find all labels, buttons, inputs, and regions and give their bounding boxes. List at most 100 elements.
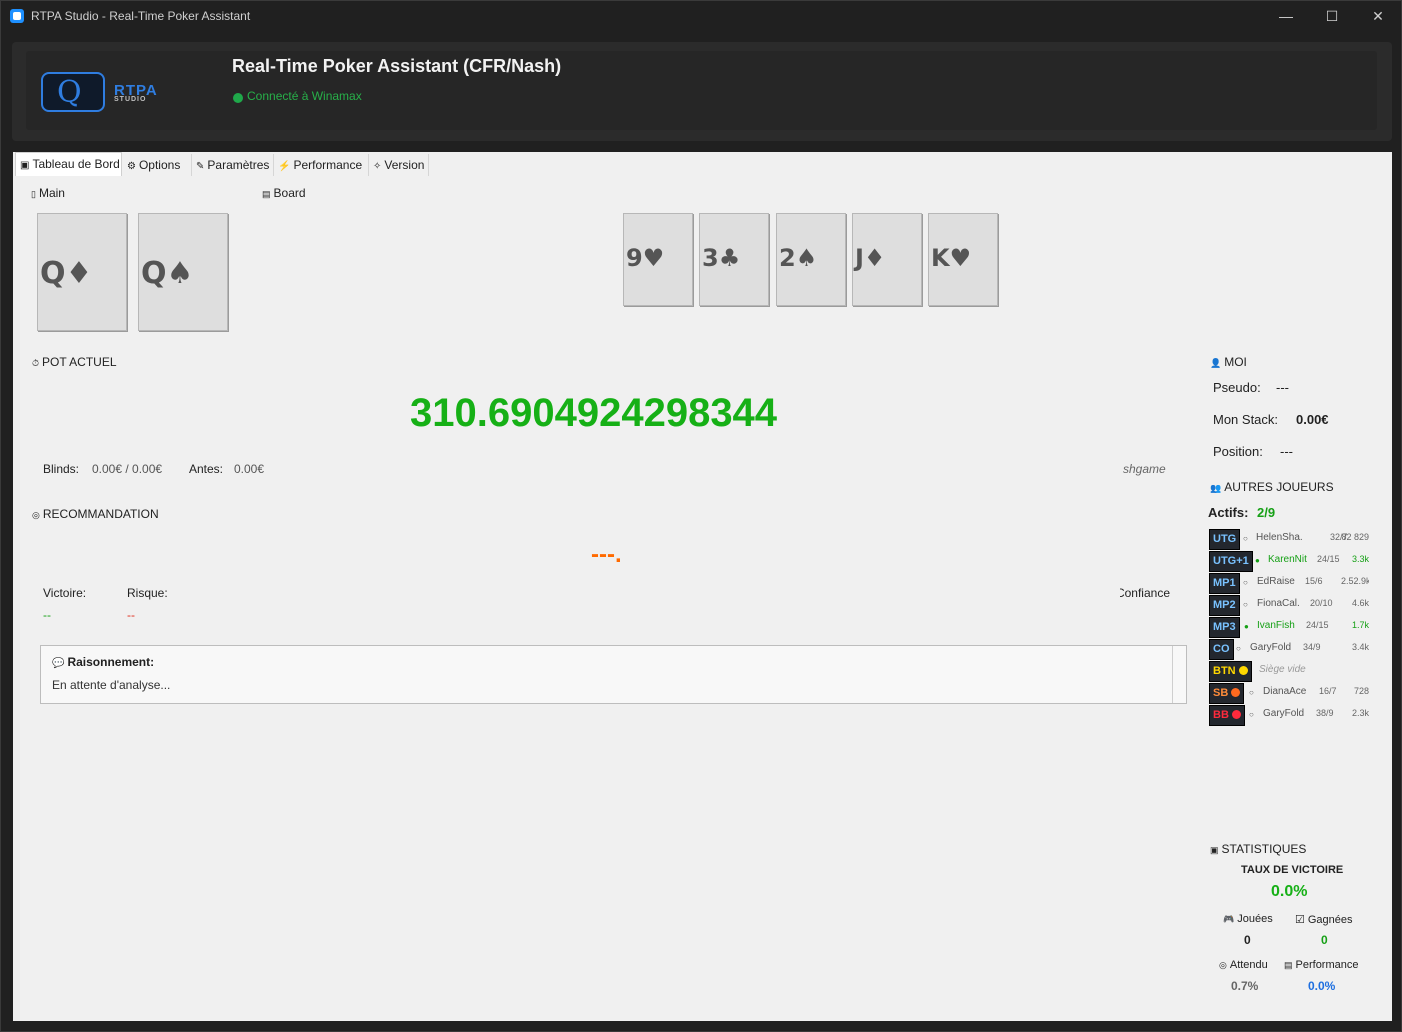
chart-icon: ▣ — [1210, 845, 1219, 855]
stats-label: ▣ STATISTIQUES — [1210, 842, 1307, 856]
played-label: 🎮 Jouées — [1223, 913, 1273, 925]
board-card: 2♠ — [776, 213, 846, 306]
stack-value: 0.00€ — [1296, 412, 1329, 427]
player-row[interactable]: CO ○ GaryFold 34/9 3.4k — [1209, 639, 1379, 660]
position-value: --- — [1280, 444, 1293, 459]
player-row[interactable]: MP2 ○ FionaCal. 20/10 4.6k — [1209, 595, 1379, 616]
player-row[interactable]: BB ○ GaryFold 38/9 2.3k — [1209, 705, 1379, 726]
small-blind-icon — [1231, 688, 1241, 697]
win-rate-label: TAUX DE VICTOIRE — [1241, 864, 1344, 876]
tab-label: Tableau de Bord — [32, 157, 120, 171]
pin-icon: ✧ — [373, 161, 382, 172]
played-value: 0 — [1244, 933, 1251, 947]
position-badge: UTG+1 — [1209, 551, 1253, 572]
card-icon: ▯ — [31, 189, 36, 199]
confidence-label: Confiance: — [1120, 586, 1170, 600]
connection-status: Connecté à Winamax — [247, 89, 362, 103]
player-name: DianaAce — [1263, 686, 1307, 697]
board-label: ▤ Board — [262, 186, 306, 200]
player-stack: 2.52.9k — [1341, 576, 1369, 586]
player-row[interactable]: MP3 ● IvanFish 24/15 1.7k — [1209, 617, 1379, 638]
dashboard-icon: ▣ — [20, 160, 30, 171]
player-row[interactable]: BTN Siège vide — [1209, 661, 1379, 682]
player-stack: 2.3k — [1351, 708, 1369, 718]
player-hud: 20/10 — [1310, 598, 1333, 608]
player-row[interactable]: UTG ○ HelenSha. 32/7 82 829 — [1209, 529, 1379, 550]
position-badge: UTG — [1209, 529, 1241, 550]
stack-label: Mon Stack: — [1213, 412, 1279, 427]
status-icon: ● — [1244, 622, 1249, 631]
reasoning-title: 💬 Raisonnement: — [52, 655, 155, 669]
gamepad-icon: 🎮 — [1223, 914, 1235, 924]
tab-performance[interactable]: ⚡ Performance — [274, 154, 369, 176]
risk-value: -- — [127, 608, 135, 622]
logo-subtext: STUDIO — [114, 96, 147, 103]
user-icon: 👤 — [1210, 358, 1222, 368]
blinds-value: 0.00€ / 0.00€ — [92, 462, 163, 476]
hand-label: ▯ Main — [31, 186, 65, 200]
actifs-label: Actifs: — [1208, 505, 1249, 520]
status-icon: ○ — [1243, 600, 1248, 609]
status-icon: ○ — [1249, 688, 1254, 697]
gear-icon: ⚙ — [127, 161, 136, 172]
app-window: RTPA Studio - Real-Time Poker Assistant … — [0, 0, 1402, 1032]
reasoning-box[interactable] — [40, 645, 1187, 704]
recommendation-value: ---. — [591, 541, 622, 568]
wrench-icon: ✎ — [196, 161, 205, 172]
tab-label: Performance — [293, 158, 363, 172]
player-stack: 1.7k — [1351, 620, 1369, 630]
player-stack: 4.6k — [1351, 598, 1369, 608]
timer-icon: ⏱ — [32, 358, 40, 368]
status-icon: ○ — [1243, 534, 1248, 543]
victory-value: -- — [43, 608, 51, 622]
player-name: IvanFish — [1257, 620, 1295, 631]
player-hud: 16/7 — [1319, 686, 1337, 696]
close-button[interactable]: ✕ — [1355, 1, 1401, 31]
maximize-button[interactable]: ☐ — [1309, 1, 1355, 31]
chart-icon: ▤ — [1284, 960, 1293, 970]
board-card: 3♣ — [699, 213, 769, 306]
position-badge: MP1 — [1209, 573, 1240, 594]
tab-options[interactable]: ⚙ Options — [123, 154, 192, 176]
position-badge: SB — [1209, 683, 1245, 704]
player-hud: 24/15 — [1317, 554, 1340, 564]
speech-bubble-icon: 💬 — [52, 658, 65, 669]
title-bar[interactable]: RTPA Studio - Real-Time Poker Assistant … — [1, 1, 1401, 31]
logo-icon: Q — [41, 72, 105, 112]
reasoning-text: En attente d'analyse... — [52, 678, 171, 692]
tab-version[interactable]: ✧ Version — [369, 154, 429, 176]
pseudo-value: --- — [1276, 380, 1289, 395]
blinds-label: Blinds: — [43, 462, 80, 476]
status-icon: ○ — [1243, 578, 1248, 587]
actifs-value: 2/9 — [1257, 505, 1276, 520]
tab-label: Options — [138, 158, 181, 172]
player-hud: 24/15 — [1306, 620, 1329, 630]
player-name: EdRaise — [1257, 576, 1295, 587]
player-name: GaryFold — [1250, 642, 1292, 653]
pseudo-label: Pseudo: — [1213, 380, 1261, 395]
app-title: Real-Time Poker Assistant (CFR/Nash) — [232, 56, 562, 76]
app-icon — [10, 9, 24, 23]
tab-tableau-de-bord[interactable]: ▣ Tableau de Bord — [15, 152, 122, 176]
tab-parametres[interactable]: ✎ Paramètres — [192, 154, 274, 176]
board-icon: ▤ — [262, 189, 271, 199]
status-icon: ● — [1255, 556, 1260, 565]
pot-value: 310.6904924298344 — [410, 391, 778, 435]
player-row[interactable]: UTG+1 ● KarenNit 24/15 3.3k — [1209, 551, 1379, 572]
reasoning-scrollbar[interactable] — [1172, 646, 1186, 703]
header-inner — [26, 51, 1377, 130]
status-icon: ○ — [1249, 710, 1254, 719]
position-badge: BTN — [1209, 661, 1252, 682]
antes-value: 0.00€ — [234, 462, 265, 476]
hand-card: Q♦ — [37, 213, 127, 331]
position-badge: MP3 — [1209, 617, 1240, 638]
pot-label: ⏱ POT ACTUEL — [32, 355, 117, 369]
player-name: Siège vide — [1259, 664, 1306, 675]
victory-label: Victoire: — [43, 586, 87, 600]
me-label: 👤 MOI — [1210, 355, 1247, 369]
minimize-button[interactable]: — — [1263, 1, 1309, 31]
player-hud: 34/9 — [1303, 642, 1321, 652]
player-row[interactable]: SB ○ DianaAce 16/7 728 — [1209, 683, 1379, 704]
player-row[interactable]: MP1 ○ EdRaise 15/6 2.52.9k — [1209, 573, 1379, 594]
won-label: ☑ Gagnées — [1295, 914, 1353, 926]
